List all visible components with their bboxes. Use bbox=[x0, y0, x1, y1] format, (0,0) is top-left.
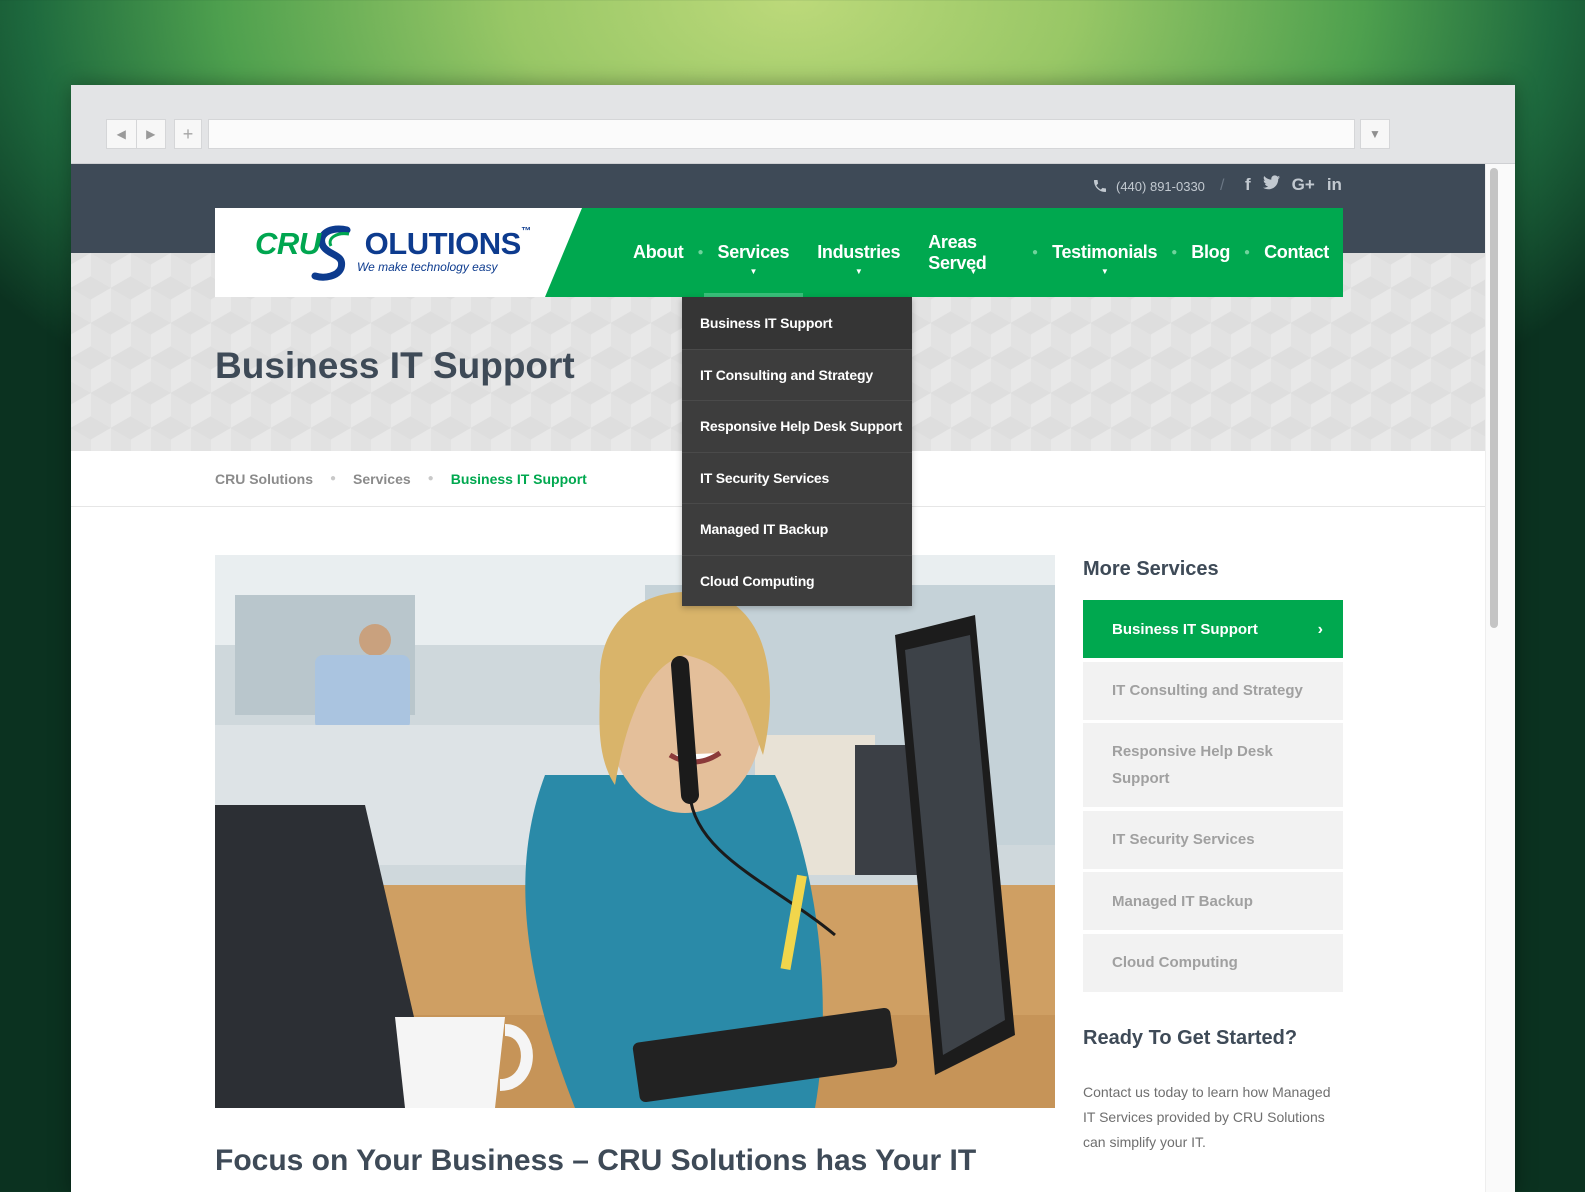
sidebar-item-help-desk[interactable]: Responsive Help Desk Support bbox=[1083, 723, 1343, 807]
twitter-icon[interactable] bbox=[1262, 175, 1280, 195]
plus-icon[interactable]: + bbox=[174, 119, 202, 149]
breadcrumb-separator: ● bbox=[330, 473, 337, 484]
nav-testimonials[interactable]: Testimonials ▼ bbox=[1038, 208, 1171, 297]
office-photo bbox=[215, 555, 1055, 1108]
dropdown-item-help-desk[interactable]: Responsive Help Desk Support bbox=[682, 400, 912, 452]
site-logo[interactable]: CRU OLUTIONS™ We make technology easy bbox=[215, 208, 585, 297]
phone-link[interactable]: (440) 891-0330 bbox=[1092, 178, 1205, 194]
nav-industries[interactable]: Industries ▼ bbox=[803, 208, 914, 297]
scrollbar[interactable] bbox=[1485, 164, 1515, 1192]
cta-heading: Ready To Get Started? bbox=[1083, 1026, 1298, 1049]
sidebar: More Services Business IT Support › IT C… bbox=[1083, 555, 1343, 1155]
address-bar[interactable] bbox=[208, 119, 1355, 149]
services-dropdown-menu: Business IT Support IT Consulting and St… bbox=[682, 297, 912, 606]
back-arrow-icon[interactable]: ◀ bbox=[107, 120, 137, 148]
main-nav: About ● Services ▼ Industries ▼ Areas Serv… bbox=[619, 208, 1343, 297]
forward-arrow-icon[interactable]: ▶ bbox=[137, 120, 166, 148]
browser-chrome: ◀ ▶ + ▼ bbox=[71, 85, 1515, 164]
chevron-down-icon: ▼ bbox=[969, 267, 977, 276]
hero-image bbox=[215, 555, 1055, 1108]
chevron-down-icon: ▼ bbox=[749, 267, 758, 276]
logo-wordmark: CRU OLUTIONS™ bbox=[255, 226, 531, 261]
sidebar-item-business-it-support[interactable]: Business IT Support › bbox=[1083, 600, 1343, 658]
cta-text: Contact us today to learn how Managed IT… bbox=[1083, 1083, 1331, 1150]
section-heading: Focus on Your Business – CRU Solutions h… bbox=[215, 1144, 977, 1177]
sidebar-item-cloud-computing[interactable]: Cloud Computing bbox=[1083, 933, 1343, 992]
chevron-down-icon: ▼ bbox=[854, 267, 863, 276]
nav-areas-served[interactable]: Areas Served ▼ bbox=[914, 208, 1032, 297]
dropdown-item-business-it-support[interactable]: Business IT Support bbox=[682, 297, 912, 349]
breadcrumb-home[interactable]: CRU Solutions bbox=[215, 471, 313, 487]
nav-contact[interactable]: Contact bbox=[1250, 208, 1343, 297]
topbar-separator: / bbox=[1220, 177, 1225, 194]
history-buttons: ◀ ▶ bbox=[106, 119, 166, 149]
page-title: Business IT Support bbox=[215, 345, 575, 386]
nav-services[interactable]: Services ▼ bbox=[703, 208, 804, 297]
phone-icon bbox=[1094, 180, 1106, 192]
dropdown-item-cloud-computing[interactable]: Cloud Computing bbox=[682, 554, 912, 606]
breadcrumb-current: Business IT Support bbox=[450, 470, 587, 487]
chevron-right-icon: › bbox=[1317, 620, 1323, 638]
chevron-down-icon: ▼ bbox=[1100, 267, 1109, 276]
phone-number: (440) 891-0330 bbox=[1116, 178, 1205, 194]
linkedin-icon[interactable]: in bbox=[1327, 175, 1342, 195]
google-plus-icon[interactable]: G+ bbox=[1292, 175, 1315, 195]
browser-window: ◀ ▶ + ▼ (440) 891-0330 / f G+ in Busines… bbox=[71, 85, 1515, 1192]
breadcrumb-services[interactable]: Services bbox=[353, 471, 411, 487]
sidebar-item-managed-backup[interactable]: Managed IT Backup bbox=[1083, 872, 1343, 930]
page-viewport: (440) 891-0330 / f G+ in Business IT Sup… bbox=[71, 164, 1485, 1192]
sidebar-heading: More Services bbox=[1083, 558, 1219, 580]
dropdown-item-it-consulting[interactable]: IT Consulting and Strategy bbox=[682, 348, 912, 400]
scrollbar-thumb[interactable] bbox=[1490, 168, 1498, 628]
dropdown-triangle-icon[interactable]: ▼ bbox=[1360, 119, 1390, 149]
dropdown-item-it-security[interactable]: IT Security Services bbox=[682, 451, 912, 503]
logo-tagline: We make technology easy bbox=[357, 260, 498, 274]
nav-about[interactable]: About bbox=[619, 208, 697, 297]
nav-blog[interactable]: Blog bbox=[1177, 208, 1244, 297]
sidebar-item-it-security[interactable]: IT Security Services bbox=[1083, 810, 1343, 869]
breadcrumb-separator: ● bbox=[427, 473, 434, 484]
dropdown-item-managed-backup[interactable]: Managed IT Backup bbox=[682, 503, 912, 555]
site-header: CRU OLUTIONS™ We make technology easy Abo… bbox=[215, 208, 1343, 297]
sidebar-item-it-consulting[interactable]: IT Consulting and Strategy bbox=[1083, 661, 1343, 720]
facebook-icon[interactable]: f bbox=[1245, 175, 1251, 195]
social-links: f G+ in bbox=[1245, 175, 1342, 195]
